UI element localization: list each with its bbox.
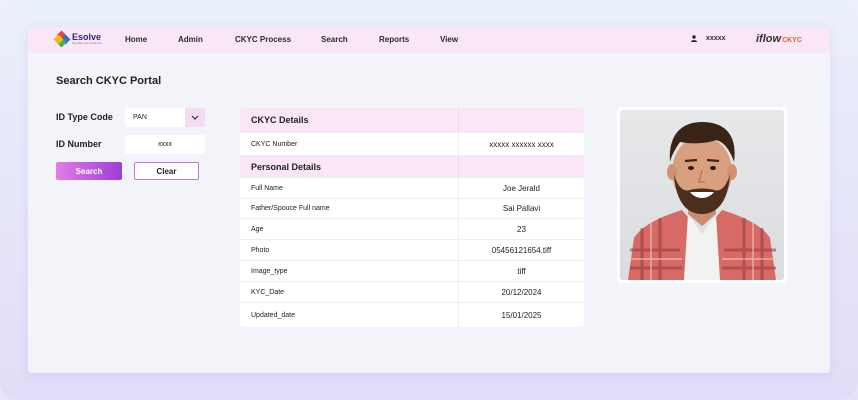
row-value: tiff	[517, 266, 526, 276]
esolve-logo[interactable]: Esolve Simplify your business	[53, 30, 102, 48]
person-portrait-icon	[628, 122, 776, 280]
row-value: Joe Jerald	[503, 183, 540, 193]
table-row: Full Name Joe Jerald	[240, 178, 584, 199]
esolve-logo-icon	[53, 30, 71, 48]
row-value: Sai Pallavi	[502, 204, 541, 213]
row-label: Full Name	[240, 178, 459, 198]
row-label: Image_type	[240, 261, 459, 281]
chevron-down-icon[interactable]	[185, 108, 205, 127]
user-icon	[691, 35, 697, 42]
row-label: Photo	[240, 240, 459, 260]
nav-home[interactable]: Home	[125, 36, 147, 44]
id-type-value: PAN	[133, 114, 147, 121]
top-navbar: Esolve Simplify your business Home Admin…	[28, 27, 830, 53]
row-label: Father/Spouce Full name	[240, 199, 459, 218]
table-row: Photo 05456121654.tiff	[240, 240, 584, 261]
id-number-input[interactable]	[125, 135, 205, 154]
user-name: xxxxx	[706, 35, 726, 42]
id-type-select[interactable]: PAN	[125, 108, 205, 127]
row-value: 20/12/2024	[501, 287, 542, 297]
ckyc-number-label: CKYC Number	[240, 133, 459, 155]
table-row: Father/Spouce Full name Sai Pallavi	[240, 199, 584, 219]
ckyc-details-header: CKYC Details	[240, 108, 584, 133]
ckyc-number-value: xxxxx xxxxxx xxxx	[489, 139, 554, 149]
user-menu[interactable]: xxxxx	[691, 35, 725, 42]
nav-reports[interactable]: Reports	[379, 36, 409, 44]
id-type-label: ID Type Code	[56, 112, 113, 122]
profile-photo-frame	[617, 107, 787, 283]
brand-main: iflow	[756, 33, 782, 45]
row-label: KYC_Date	[240, 282, 459, 302]
table-row: CKYC Number xxxxx xxxxxx xxxx	[240, 133, 584, 156]
brand-sub: CKYC	[782, 37, 802, 44]
nav-search[interactable]: Search	[321, 36, 348, 44]
ckyc-details-card: CKYC Details CKYC Number xxxxx xxxxxx xx…	[240, 108, 584, 327]
table-row: KYC_Date 20/12/2024	[240, 282, 584, 303]
row-value: 05456121654.tiff	[491, 245, 552, 255]
logo-tagline: Simplify your business	[72, 41, 102, 45]
personal-details-header: Personal Details	[240, 156, 584, 178]
row-label: Age	[240, 219, 459, 239]
id-number-label: ID Number	[56, 139, 102, 149]
nav-view[interactable]: View	[440, 36, 458, 44]
nav-admin[interactable]: Admin	[178, 36, 203, 44]
ckyc-details-title: CKYC Details	[240, 108, 459, 132]
table-row: Image_type tiff	[240, 261, 584, 282]
table-row: Updated_date 15/01/2025	[240, 303, 584, 327]
row-value: 15/01/2025	[501, 310, 542, 320]
personal-details-title: Personal Details	[240, 156, 459, 177]
clear-button[interactable]: Clear	[134, 162, 199, 180]
table-row: Age 23	[240, 219, 584, 240]
iflow-ckyc-logo: iflow CKYC	[756, 34, 802, 45]
profile-photo	[620, 110, 784, 280]
search-button[interactable]: Search	[56, 162, 122, 180]
nav-ckyc-process[interactable]: CKYC Process	[235, 36, 291, 44]
row-label: Updated_date	[240, 303, 459, 327]
app-window: Esolve Simplify your business Home Admin…	[28, 27, 830, 373]
row-value: 23	[517, 224, 526, 234]
page-title: Search CKYC Portal	[56, 75, 162, 87]
